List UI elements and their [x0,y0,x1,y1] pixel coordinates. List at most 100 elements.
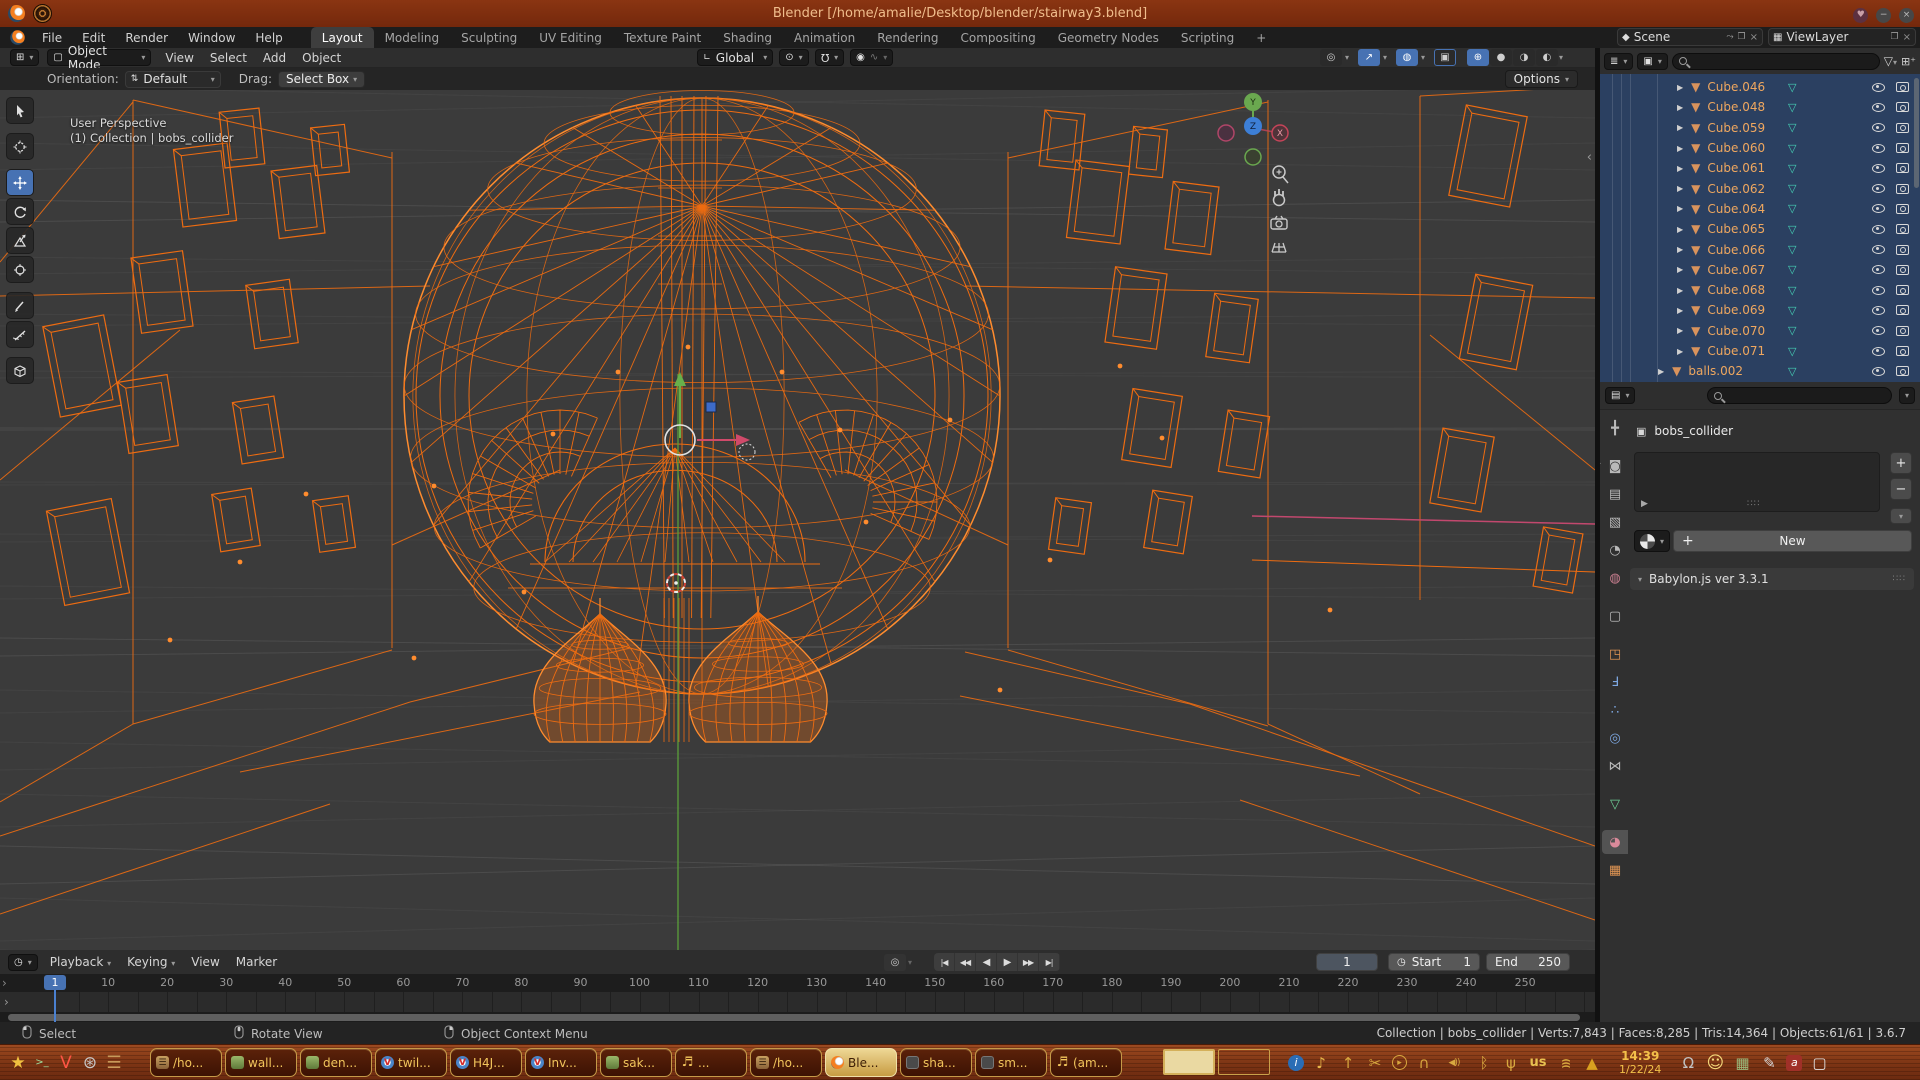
properties-tab-object[interactable]: ◳ [1602,642,1628,666]
headphones-tray-icon[interactable]: ∩ [1414,1054,1434,1072]
frame-start-field[interactable]: ◷ Start 1 [1388,953,1480,971]
hide-eye-icon[interactable] [1872,286,1885,295]
outliner-row[interactable]: ▶▼Cube.062▽ [1600,178,1920,198]
outliner-row[interactable]: ▶▼Cube.059▽ [1600,118,1920,138]
properties-tab-object-data[interactable]: ▽ [1602,792,1628,816]
properties-options-carat[interactable]: ▾ [1899,387,1915,404]
scene-selector[interactable]: ◆Scene ⤳ ❐ × [1617,28,1763,46]
launcher-terminal-icon[interactable]: >_ [30,1046,54,1080]
outliner-row[interactable]: ▶▼Cube.065▽ [1600,219,1920,239]
play-reverse-button[interactable]: ◀ [976,953,997,971]
shading-rendered-button[interactable]: ◐ [1536,49,1558,66]
expand-arrow-icon[interactable]: ▶ [1677,164,1683,173]
outliner-display-mode-dropdown[interactable]: ≣▾ [1604,53,1633,70]
object-name[interactable]: Cube.046 [1707,80,1765,94]
disable-render-camera-icon[interactable] [1896,184,1909,194]
object-name[interactable]: Cube.065 [1707,222,1765,236]
tab-geometry-nodes[interactable]: Geometry Nodes [1047,27,1170,48]
properties-tab-scene[interactable]: ◔ [1602,538,1628,562]
viewport-menu-object[interactable]: Object [294,51,349,65]
tab-uv-editing[interactable]: UV Editing [528,27,613,48]
properties-tab-collection[interactable]: ▢ [1602,604,1628,628]
object-name[interactable]: Cube.059 [1707,121,1765,135]
tab-animation[interactable]: Animation [783,27,866,48]
taskbar-button-den[interactable]: den... [300,1048,372,1077]
properties-tab-render[interactable]: ◙ [1602,454,1628,478]
overlays-toggle[interactable]: ◍ [1396,49,1418,66]
menu-window[interactable]: Window [178,27,245,48]
viewport-menu-add[interactable]: Add [255,51,294,65]
expand-arrow-icon[interactable]: ▶ [1677,103,1683,112]
outliner-search-input[interactable] [1672,53,1880,70]
keying-carat[interactable]: ▾ [908,958,912,967]
taskbar-button-sm[interactable]: sm... [975,1048,1047,1077]
disable-render-camera-icon[interactable] [1896,163,1909,173]
hide-eye-icon[interactable] [1872,245,1885,254]
outliner-row[interactable]: ▶▼Cube.068▽ [1600,280,1920,300]
overlays-carat[interactable]: ▾ [1421,53,1425,62]
expand-arrow-icon[interactable]: ▶ [1658,367,1664,376]
hide-eye-icon[interactable] [1872,184,1885,193]
transform-orientation-dropdown[interactable]: ∟Global▾ [697,49,773,66]
expand-arrow-icon[interactable]: ▶ [1677,306,1683,315]
hide-eye-icon[interactable] [1872,103,1885,112]
snap-dropdown[interactable]: Ω▾ [815,49,844,66]
outliner-row[interactable]: ▶▼Cube.066▽ [1600,239,1920,259]
options-dropdown[interactable]: Options▾ [1505,70,1578,88]
properties-tab-output[interactable]: ▤ [1602,482,1628,506]
editor-type-dropdown[interactable]: ⊞▾ [10,49,39,66]
expand-arrow-icon[interactable]: ▶ [1677,184,1683,193]
object-name[interactable]: Cube.062 [1707,182,1765,196]
properties-tab-modifiers[interactable]: Ⅎ [1602,670,1628,694]
outliner-row[interactable]: ▶▼Cube.064▽ [1600,199,1920,219]
timeline-scrollbar[interactable] [0,1012,1595,1022]
launcher-star-icon[interactable]: ★ [6,1046,30,1080]
outliner-row[interactable]: ▶▼Cube.069▽ [1600,300,1920,320]
warning-tray-icon[interactable]: ▲ [1582,1054,1602,1072]
taskbar-button-ho[interactable]: ☰/ho... [750,1048,822,1077]
disable-render-camera-icon[interactable] [1896,204,1909,214]
hide-eye-icon[interactable] [1872,367,1885,376]
hide-eye-icon[interactable] [1872,83,1885,92]
pager-workspace-2[interactable] [1218,1049,1270,1075]
object-name[interactable]: Cube.060 [1707,141,1765,155]
close-button[interactable]: × [1899,8,1914,23]
show-object-types-dropdown[interactable]: ◎ [1320,49,1342,66]
launcher-files-icon[interactable]: ☰ [102,1046,126,1080]
usb-tray-icon[interactable]: ψ [1501,1054,1521,1072]
auto-keying-toggle[interactable]: ◎ [884,954,906,971]
slot-expand-arrow[interactable]: ▶ [1641,499,1648,509]
expand-arrow-icon[interactable]: ▶ [1677,265,1683,274]
tool-add-cube[interactable] [6,357,34,384]
timeline-menu-playback[interactable]: Playback ▾ [42,955,119,969]
taskbar-button-H4J[interactable]: VH4J... [450,1048,522,1077]
tool-move[interactable] [6,169,34,196]
jump-to-end-button[interactable]: ▶| [1039,953,1060,971]
music-tray-icon[interactable]: ♪ [1311,1054,1331,1072]
update-tray-icon[interactable]: ↑ [1338,1054,1358,1072]
tab-texture-paint[interactable]: Texture Paint [613,27,712,48]
disable-render-camera-icon[interactable] [1896,285,1909,295]
remove-slot-button[interactable]: − [1890,478,1912,500]
outliner-row[interactable]: ▶▼Cube.046▽ [1600,77,1920,97]
disable-render-camera-icon[interactable] [1896,102,1909,112]
tool-scale[interactable] [6,227,34,254]
hide-eye-icon[interactable] [1872,225,1885,234]
shading-material-button[interactable]: ◑ [1513,49,1535,66]
disable-render-camera-icon[interactable] [1896,265,1909,275]
pager-workspace-1[interactable] [1163,1049,1215,1075]
disable-render-camera-icon[interactable] [1896,82,1909,92]
shading-wireframe-button[interactable]: ⊕ [1467,49,1489,66]
expand-arrow-icon[interactable]: ▶ [1677,83,1683,92]
hide-eye-icon[interactable] [1872,204,1885,213]
drag-dropdown[interactable]: Select Box▾ [278,71,365,88]
taskbar-button-sha[interactable]: sha... [900,1048,972,1077]
minimize-button[interactable]: − [1876,8,1891,23]
tool-transform[interactable] [6,256,34,283]
object-name[interactable]: Cube.066 [1707,243,1765,257]
add-slot-button[interactable]: + [1890,452,1912,474]
pivot-point-dropdown[interactable]: ⊙▾ [779,49,808,66]
next-keyframe-button[interactable]: ▶▶ [1018,953,1039,971]
taskbar-button-[interactable]: ♬... [675,1048,747,1077]
add-workspace-button[interactable]: + [1245,27,1277,48]
